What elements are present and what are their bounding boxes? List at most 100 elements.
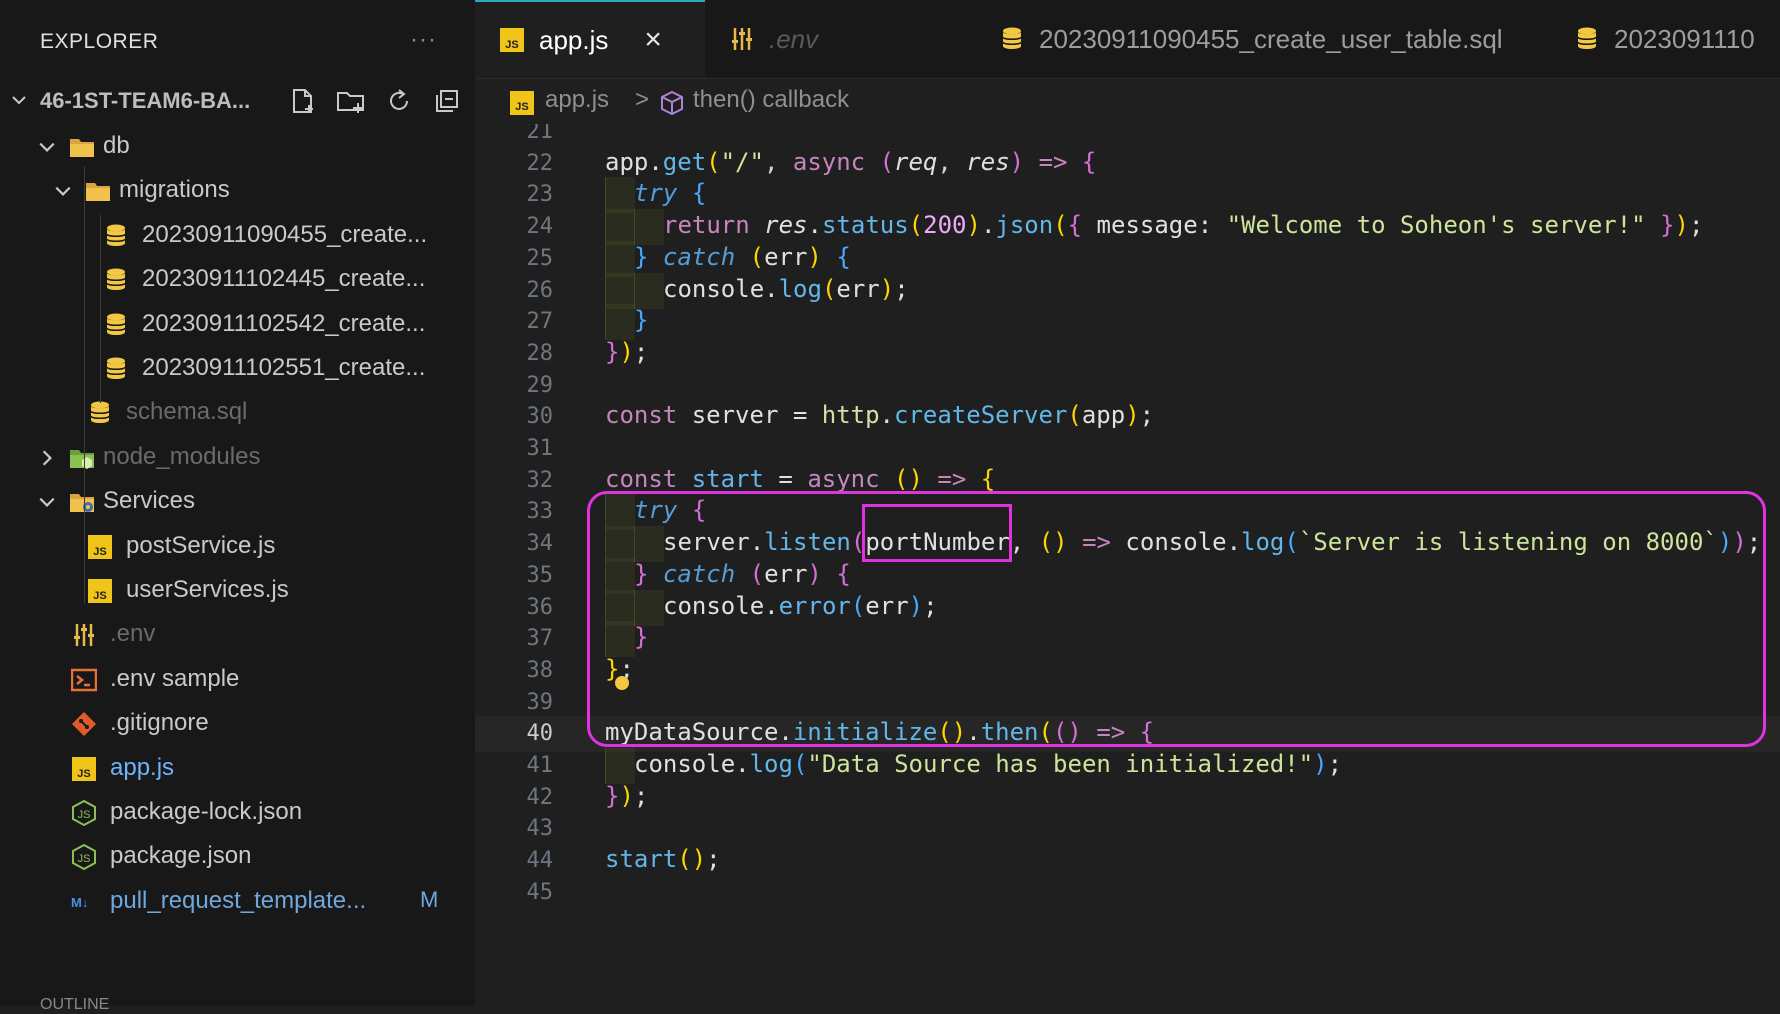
tree-item-env-sample[interactable]: .env sample	[0, 659, 475, 699]
folder-icon	[68, 134, 94, 160]
indent-guide	[605, 304, 635, 341]
tree-item-env[interactable]: .env	[0, 614, 475, 654]
svg-text:JS: JS	[77, 768, 90, 780]
code-text: return res.status(200).json({ message: "…	[663, 211, 1704, 240]
tab-20230911090455-create-user-table-sql[interactable]: 20230911090455_create_user_table.sql	[975, 0, 1550, 78]
line-number: 32	[526, 467, 554, 493]
code-line-41[interactable]: 41 console.log("Data Source has been init…	[475, 748, 1780, 784]
tree-item-schema-sql[interactable]: schema.sql	[0, 392, 475, 432]
explorer-sidebar: EXPLORER ··· 46-1ST-TEAM6-BA... db migrat…	[0, 0, 475, 1013]
chevron-down-icon[interactable]	[38, 138, 56, 156]
tab-label: app.js	[539, 24, 609, 55]
terminal-icon	[70, 667, 98, 693]
code-line-44[interactable]: 44 start();	[475, 843, 1780, 879]
tree-item-services[interactable]: Services	[0, 481, 475, 521]
tree-item-pull-request-template[interactable]: M↓ pull_request_template... M	[0, 881, 475, 921]
line-number: 28	[526, 340, 554, 366]
env-settings-icon	[729, 26, 755, 52]
line-number: 33	[526, 499, 554, 525]
tab-2023091110[interactable]: 2023091110	[1550, 0, 1780, 78]
tree-item-postservice-js[interactable]: JS postService.js	[0, 526, 475, 566]
tree-item-app-js[interactable]: JS app.js	[0, 748, 475, 788]
chevron-right-icon[interactable]	[38, 449, 56, 467]
lightbulb-icon[interactable]	[615, 676, 629, 690]
indent-guide	[605, 748, 635, 784]
code-line-30[interactable]: 30 const server = http.createServer(app);	[475, 399, 1780, 435]
line-number: 27	[526, 309, 554, 335]
code-line-23[interactable]: 23 try {	[475, 177, 1780, 214]
tree-item-20230911090455-create[interactable]: 20230911090455_create...	[0, 215, 475, 255]
tree-item-label: postService.js	[126, 531, 276, 559]
chevron-down-icon	[12, 96, 26, 105]
tree-item-db[interactable]: db	[0, 126, 475, 166]
tree-item-userservices-js[interactable]: JS userServices.js	[0, 570, 475, 610]
outline-section[interactable]: OUTLINE	[40, 996, 109, 1014]
node-folder-icon	[68, 445, 94, 471]
js-file-icon: JS	[510, 91, 534, 115]
code-text: console.log("Data Source has been initia…	[634, 750, 1343, 778]
tree-item-20230911102542-create[interactable]: 20230911102542_create...	[0, 304, 475, 344]
env-settings-icon	[71, 622, 97, 648]
js-file-icon: JS	[87, 578, 113, 604]
more-actions-icon[interactable]: ···	[410, 26, 437, 54]
tree-item-label: schema.sql	[126, 398, 248, 426]
tree-item-package-lock-json[interactable]: JS package-lock.json	[0, 792, 475, 832]
line-number: 45	[526, 879, 554, 905]
nodejs-icon: JS	[71, 844, 97, 871]
code-line-28[interactable]: 28});	[475, 336, 1780, 372]
code-text: try {	[634, 179, 707, 208]
collapse-all-icon[interactable]	[430, 84, 464, 118]
code-line-22[interactable]: 22 app.get("/", async (req, res) => {	[475, 146, 1780, 182]
project-header[interactable]: 46-1ST-TEAM6-BA...	[0, 80, 475, 120]
new-file-icon[interactable]	[286, 84, 320, 118]
tree-item-node-modules[interactable]: node_modules	[0, 437, 475, 477]
tab-label: 2023091110	[1614, 23, 1755, 54]
code-line-24[interactable]: 24 return res.status(200).json({ message:…	[475, 209, 1780, 246]
database-icon	[103, 267, 129, 293]
highlight-box-start-function	[587, 491, 1766, 747]
code-line-42[interactable]: 42});	[475, 780, 1780, 816]
line-number: 24	[526, 214, 554, 240]
tree-item-label: migrations	[119, 176, 230, 204]
close-tab-icon[interactable]: ×	[644, 23, 662, 57]
code-line-29[interactable]: 29	[475, 368, 1780, 404]
code-line-45[interactable]: 45	[475, 875, 1780, 911]
breadcrumb-file[interactable]: app.js	[545, 86, 609, 114]
tree-item-migrations[interactable]: migrations	[0, 170, 475, 210]
svg-text:JS: JS	[93, 546, 106, 558]
line-number: 43	[526, 816, 554, 842]
js-file-icon: JS	[499, 27, 525, 53]
code-line-27[interactable]: 27}	[475, 304, 1780, 341]
tab-app-js[interactable]: JS app.js ×	[475, 0, 705, 78]
code-editor[interactable]: 21 22 app.get("/", async (req, res) => {23…	[475, 124, 1780, 1006]
code-text: const start = async () => {	[605, 464, 996, 493]
svg-text:JS: JS	[515, 101, 528, 113]
chevron-down-icon[interactable]	[54, 182, 72, 200]
line-number: 41	[526, 753, 554, 778]
tree-item-package-json[interactable]: JS package.json	[0, 836, 475, 876]
tab-env[interactable]: .env	[705, 0, 975, 78]
tab-label: .env	[769, 23, 819, 54]
code-line-25[interactable]: 25 } catch (err) {	[475, 240, 1780, 277]
code-line-43[interactable]: 43	[475, 811, 1780, 847]
tree-item-20230911102445-create[interactable]: 20230911102445_create...	[0, 259, 475, 299]
editor-tabs: JS app.js × .env 20230911090455_create_user_…	[475, 0, 1780, 79]
refresh-icon[interactable]	[382, 84, 416, 118]
code-text: } catch (err) {	[634, 242, 851, 271]
code-line-31[interactable]: 31	[475, 431, 1780, 467]
code-line-26[interactable]: 26 console.log(err);	[475, 272, 1780, 309]
line-number: 34	[526, 531, 554, 557]
indent-guide	[634, 272, 664, 309]
folder-icon	[84, 178, 110, 204]
git-modified-badge: M	[420, 886, 439, 912]
line-number: 30	[526, 404, 554, 430]
js-file-icon: JS	[87, 534, 113, 560]
line-number: 29	[526, 372, 554, 398]
chevron-down-icon[interactable]	[38, 493, 56, 511]
tree-item-20230911102551-create[interactable]: 20230911102551_create...	[0, 348, 475, 388]
settings-folder-icon	[68, 489, 94, 515]
line-number: 25	[526, 245, 554, 271]
breadcrumb-symbol[interactable]: then() callback	[693, 86, 849, 114]
tree-item-gitignore[interactable]: .gitignore	[0, 703, 475, 743]
new-folder-icon[interactable]	[334, 84, 368, 118]
